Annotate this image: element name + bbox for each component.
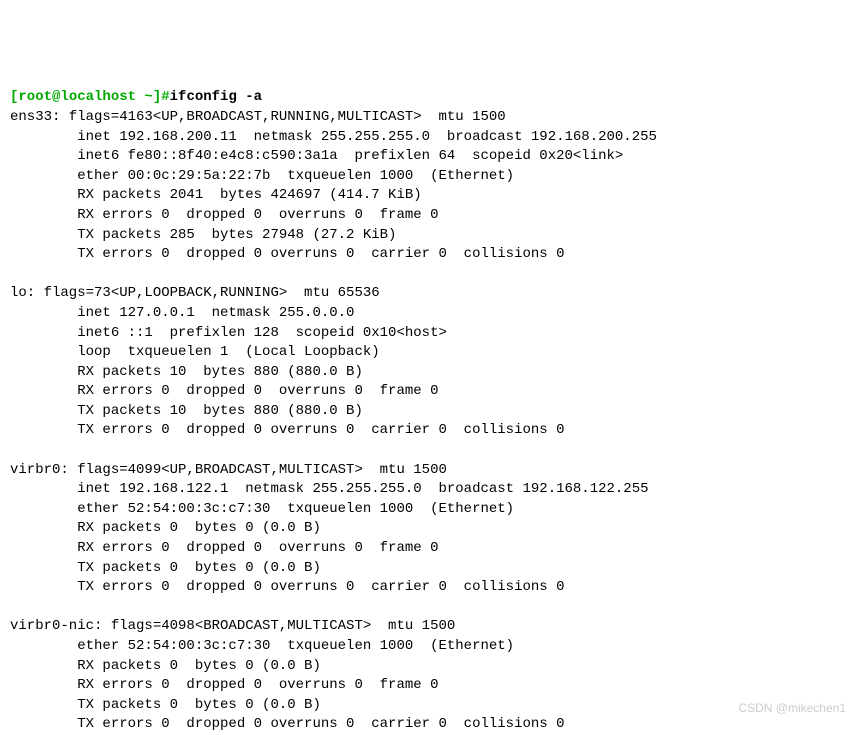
prompt-user-host: root@localhost ~ [18, 89, 152, 105]
iface-ens33-rx-errors: RX errors 0 dropped 0 overruns 0 frame 0 [10, 207, 438, 223]
iface-lo-inet6: inet6 ::1 prefixlen 128 scopeid 0x10<hos… [10, 325, 447, 341]
iface-virbr0-rx-errors: RX errors 0 dropped 0 overruns 0 frame 0 [10, 540, 438, 556]
iface-lo-rx-errors: RX errors 0 dropped 0 overruns 0 frame 0 [10, 383, 438, 399]
iface-ens33-tx-packets: TX packets 285 bytes 27948 (27.2 KiB) [10, 227, 396, 243]
iface-lo-header: lo: flags=73<UP,LOOPBACK,RUNNING> mtu 65… [10, 285, 380, 301]
watermark: CSDN @mikechen1 [738, 700, 846, 717]
iface-virbr0-ether: ether 52:54:00:3c:c7:30 txqueuelen 1000 … [10, 501, 514, 517]
iface-virbr0-header: virbr0: flags=4099<UP,BROADCAST,MULTICAS… [10, 462, 447, 478]
iface-virbr0nic-rx-packets: RX packets 0 bytes 0 (0.0 B) [10, 658, 321, 674]
iface-lo-rx-packets: RX packets 10 bytes 880 (880.0 B) [10, 364, 363, 380]
iface-ens33-inet6: inet6 fe80::8f40:e4c8:c590:3a1a prefixle… [10, 148, 623, 164]
command-text[interactable]: ifconfig -a [170, 89, 262, 105]
iface-lo-tx-packets: TX packets 10 bytes 880 (880.0 B) [10, 403, 363, 419]
iface-virbr0nic-ether: ether 52:54:00:3c:c7:30 txqueuelen 1000 … [10, 638, 514, 654]
prompt-bracket-close: ] [153, 89, 161, 105]
iface-virbr0nic-tx-errors: TX errors 0 dropped 0 overruns 0 carrier… [10, 716, 565, 732]
iface-ens33-header: ens33: flags=4163<UP,BROADCAST,RUNNING,M… [10, 109, 506, 125]
prompt-hash: # [161, 89, 169, 105]
iface-lo-loop: loop txqueuelen 1 (Local Loopback) [10, 344, 380, 360]
iface-virbr0-tx-errors: TX errors 0 dropped 0 overruns 0 carrier… [10, 579, 565, 595]
iface-virbr0-rx-packets: RX packets 0 bytes 0 (0.0 B) [10, 520, 321, 536]
iface-ens33-inet: inet 192.168.200.11 netmask 255.255.255.… [10, 129, 657, 145]
iface-virbr0-inet: inet 192.168.122.1 netmask 255.255.255.0… [10, 481, 649, 497]
iface-lo-tx-errors: TX errors 0 dropped 0 overruns 0 carrier… [10, 422, 565, 438]
iface-ens33-tx-errors: TX errors 0 dropped 0 overruns 0 carrier… [10, 246, 565, 262]
iface-ens33-ether: ether 00:0c:29:5a:22:7b txqueuelen 1000 … [10, 168, 514, 184]
iface-virbr0nic-tx-packets: TX packets 0 bytes 0 (0.0 B) [10, 697, 321, 713]
iface-lo-inet: inet 127.0.0.1 netmask 255.0.0.0 [10, 305, 354, 321]
iface-ens33-rx-packets: RX packets 2041 bytes 424697 (414.7 KiB) [10, 187, 422, 203]
iface-virbr0nic-header: virbr0-nic: flags=4098<BROADCAST,MULTICA… [10, 618, 455, 634]
iface-virbr0nic-rx-errors: RX errors 0 dropped 0 overruns 0 frame 0 [10, 677, 438, 693]
iface-virbr0-tx-packets: TX packets 0 bytes 0 (0.0 B) [10, 560, 321, 576]
